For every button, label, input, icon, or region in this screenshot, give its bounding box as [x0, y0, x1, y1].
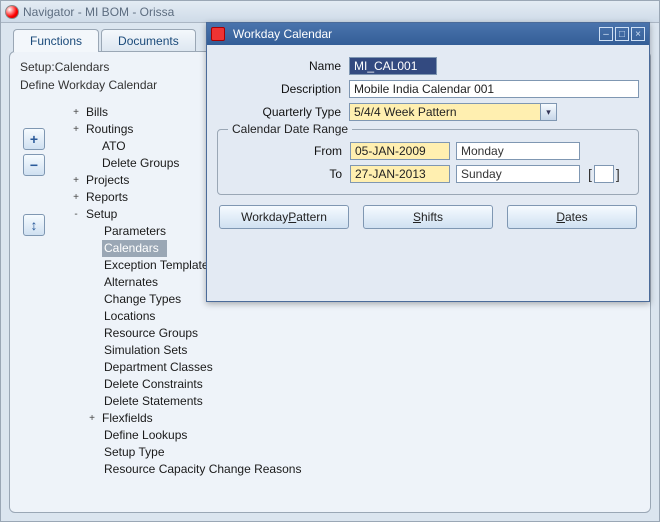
dialog-title: Workday Calendar: [231, 27, 597, 41]
side-button-col: + − ↕: [16, 104, 52, 506]
tree-remove-button[interactable]: −: [23, 154, 45, 176]
dialog-button-row: Workday Pattern Shifts Dates: [217, 205, 639, 229]
minus-icon: -: [70, 206, 82, 223]
close-icon[interactable]: ×: [631, 27, 645, 41]
tree-reorder-button[interactable]: ↕: [23, 214, 45, 236]
outer-title: Navigator - MI BOM - Orissa: [23, 5, 174, 19]
tree-node-resource-groups[interactable]: Resource Groups: [102, 325, 644, 342]
plus-icon: +: [70, 121, 82, 138]
tab-documents[interactable]: Documents: [101, 29, 196, 52]
plus-icon: +: [70, 172, 82, 189]
navigator-window: Navigator - MI BOM - Orissa Functions Do…: [0, 0, 660, 522]
tree-node-delete-constraints[interactable]: Delete Constraints: [102, 376, 644, 393]
minimize-icon[interactable]: –: [599, 27, 613, 41]
tree-node-locations[interactable]: Locations: [102, 308, 644, 325]
dialog-body: Name MI_CAL001 Description Mobile India …: [207, 45, 649, 237]
plus-icon: +: [70, 104, 82, 121]
from-date-field[interactable]: 05-JAN-2009: [350, 142, 450, 160]
shifts-button[interactable]: Shifts: [363, 205, 493, 229]
fieldset-legend: Calendar Date Range: [228, 122, 352, 136]
app-icon: [5, 5, 19, 19]
label-from: From: [218, 144, 350, 158]
workday-calendar-dialog: Workday Calendar – □ × Name MI_CAL001 De…: [206, 22, 650, 302]
maximize-icon[interactable]: □: [615, 27, 629, 41]
to-dow-field: Sunday: [456, 165, 580, 183]
from-dow-field: Monday: [456, 142, 580, 160]
tab-functions[interactable]: Functions: [13, 29, 99, 52]
calendar-date-range-fieldset: Calendar Date Range From 05-JAN-2009 Mon…: [217, 129, 639, 195]
workday-pattern-button[interactable]: Workday Pattern: [219, 205, 349, 229]
dates-button[interactable]: Dates: [507, 205, 637, 229]
label-description: Description: [217, 82, 349, 96]
flex-bracket: []: [588, 165, 620, 183]
tree-node-define-lookups[interactable]: Define Lookups: [102, 427, 644, 444]
plus-icon: +: [70, 189, 82, 206]
tree-node-department-classes[interactable]: Department Classes: [102, 359, 644, 376]
oracle-icon: [211, 27, 225, 41]
to-date-field[interactable]: 27-JAN-2013: [350, 165, 450, 183]
label-quarterly-type: Quarterly Type: [217, 105, 349, 119]
chevron-down-icon[interactable]: ▾: [540, 104, 556, 120]
tree-node-flexfields[interactable]: +Flexfields: [86, 410, 644, 427]
label-to: To: [218, 167, 350, 181]
description-field[interactable]: Mobile India Calendar 001: [349, 80, 639, 98]
label-name: Name: [217, 59, 349, 73]
tree-node-setup-type[interactable]: Setup Type: [102, 444, 644, 461]
tree-node-resource-capacity[interactable]: Resource Capacity Change Reasons: [102, 461, 644, 478]
dialog-title-bar[interactable]: Workday Calendar – □ ×: [207, 23, 649, 45]
plus-icon: +: [86, 410, 98, 427]
quarterly-type-dropdown[interactable]: 5/4/4 Week Pattern: [349, 103, 557, 121]
flex-field[interactable]: [594, 165, 614, 183]
tree-node-simulation-sets[interactable]: Simulation Sets: [102, 342, 644, 359]
name-field[interactable]: MI_CAL001: [349, 57, 437, 75]
tree-add-button[interactable]: +: [23, 128, 45, 150]
outer-title-bar: Navigator - MI BOM - Orissa: [1, 1, 659, 23]
tree-node-delete-statements[interactable]: Delete Statements: [102, 393, 644, 410]
